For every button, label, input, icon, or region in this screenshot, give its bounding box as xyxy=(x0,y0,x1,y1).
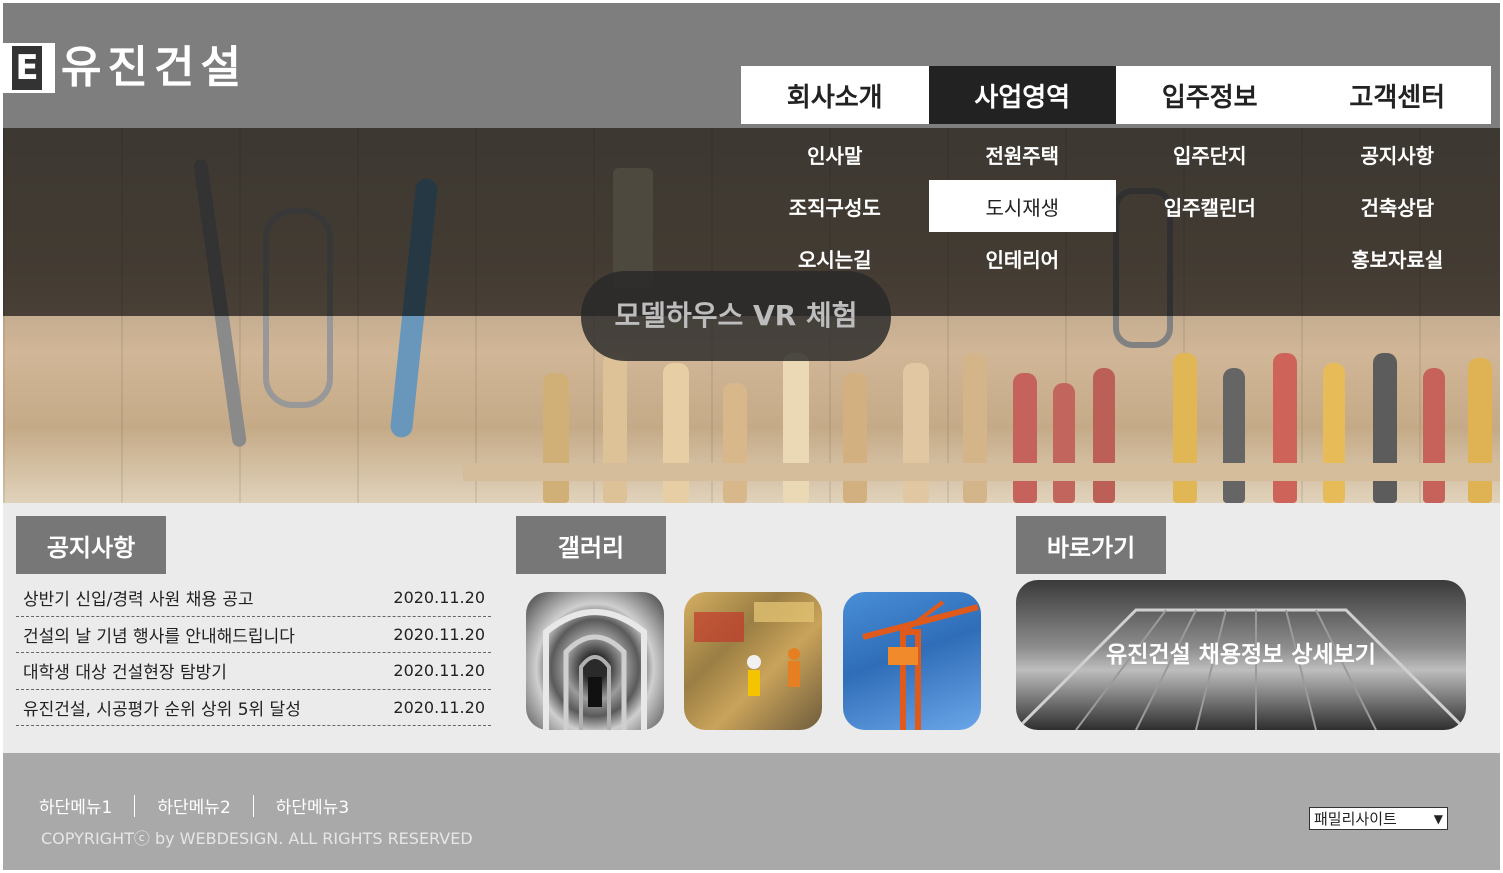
page-frame: 모델하우스 VR 체험 E 유진건설 회사소개 사업영역 입주정보 고객센터 인… xyxy=(3,3,1500,870)
gallery-thumb-workers[interactable] xyxy=(684,592,822,730)
notice-title: 유진건설, 시공평가 순위 상위 5위 달성 xyxy=(23,699,301,720)
notice-date: 2020.11.20 xyxy=(393,588,485,608)
divider xyxy=(252,794,254,817)
logo[interactable]: E 유진건설 xyxy=(3,43,247,93)
main-nav: 회사소개 사업영역 입주정보 고객센터 xyxy=(741,66,1491,124)
divider xyxy=(134,794,136,817)
submenu-item[interactable]: 홍보자료실 xyxy=(1304,232,1492,284)
submenu-column-business: 전원주택 도시재생 인테리어 xyxy=(928,128,1117,284)
submenu-item[interactable]: 인테리어 xyxy=(929,232,1117,284)
chevron-down-icon: ▼ xyxy=(1433,811,1443,826)
vr-button-label: 모델하우스 VR 체험 xyxy=(614,299,858,332)
nav-item-company[interactable]: 회사소개 xyxy=(741,66,929,124)
notice-row[interactable]: 상반기 신입/경력 사원 채용 공고 2020.11.20 xyxy=(16,580,491,617)
shortcut-section-title[interactable]: 바로가기 xyxy=(1016,516,1166,574)
logo-mark: E xyxy=(3,43,55,93)
notice-row[interactable]: 건설의 날 기념 행사를 안내해드립니다 2020.11.20 xyxy=(16,617,491,653)
logo-text: 유진건설 xyxy=(61,42,247,93)
notice-row[interactable]: 대학생 대상 건설현장 탐방기 2020.11.20 xyxy=(16,653,491,690)
footer-link-2[interactable]: 하단메뉴2 xyxy=(157,793,252,818)
submenu-item[interactable]: 입주단지 xyxy=(1116,128,1304,180)
submenu-item[interactable]: 인사말 xyxy=(741,128,929,180)
notice-date: 2020.11.20 xyxy=(393,697,485,717)
submenu-item[interactable]: 전원주택 xyxy=(929,128,1117,180)
submenu-column-residence: 입주단지 입주캘린더 xyxy=(1116,128,1304,284)
submenu-item[interactable]: 건축상담 xyxy=(1304,180,1492,232)
copyright: COPYRIGHTⓒ by WEBDESIGN. ALL RIGHTS RESE… xyxy=(41,829,473,848)
notice-date: 2020.11.20 xyxy=(393,624,485,644)
submenu-item[interactable]: 입주캘린더 xyxy=(1116,180,1304,232)
recruit-shortcut[interactable]: 유진건설 채용정보 상세보기 xyxy=(1016,580,1466,730)
gallery-section-title[interactable]: 갤러리 xyxy=(516,516,666,574)
gallery-thumb-cloister[interactable] xyxy=(526,592,664,730)
family-site-select[interactable]: 패밀리사이트 ▼ xyxy=(1309,807,1448,830)
nav-item-residence[interactable]: 입주정보 xyxy=(1116,66,1304,124)
footer-menu: 하단메뉴1 하단메뉴2 하단메뉴3 xyxy=(39,793,371,818)
submenu-item[interactable]: 오시는길 xyxy=(741,232,929,284)
notice-row[interactable]: 유진건설, 시공평가 순위 상위 5위 달성 2020.11.20 xyxy=(16,690,491,726)
notice-date: 2020.11.20 xyxy=(393,661,485,681)
crane-photo-icon xyxy=(862,600,979,730)
nav-item-business[interactable]: 사업영역 xyxy=(928,66,1116,124)
family-site-value: 패밀리사이트 xyxy=(1314,810,1397,828)
footer-link-3[interactable]: 하단메뉴3 xyxy=(276,793,371,818)
submenu-column-support: 공지사항 건축상담 홍보자료실 xyxy=(1304,128,1492,284)
submenu-item[interactable]: 조직구성도 xyxy=(741,180,929,232)
notice-section-title[interactable]: 공지사항 xyxy=(16,516,166,574)
notice-title: 상반기 신입/경력 사원 채용 공고 xyxy=(23,590,254,611)
gallery-thumb-crane[interactable] xyxy=(843,592,981,730)
site-header: E 유진건설 회사소개 사업영역 입주정보 고객센터 xyxy=(3,3,1500,128)
nav-item-support[interactable]: 고객센터 xyxy=(1303,66,1491,124)
notice-title: 건설의 날 기념 행사를 안내해드립니다 xyxy=(23,626,295,647)
submenu-column-company: 인사말 조직구성도 오시는길 xyxy=(741,128,929,284)
notice-title: 대학생 대상 건설현장 탐방기 xyxy=(23,663,227,684)
submenu-item-active[interactable]: 도시재생 xyxy=(928,180,1116,232)
cloister-photo-icon xyxy=(543,609,647,730)
submenu: 인사말 조직구성도 오시는길 전원주택 도시재생 인테리어 입주단지 입주캘린더… xyxy=(741,128,1491,284)
submenu-item[interactable]: 공지사항 xyxy=(1304,128,1492,180)
site-footer: 하단메뉴1 하단메뉴2 하단메뉴3 COPYRIGHTⓒ by WEBDESIG… xyxy=(3,753,1500,870)
recruit-shortcut-label: 유진건설 채용정보 상세보기 xyxy=(1106,642,1376,668)
construction-workers-photo-icon xyxy=(694,602,814,696)
footer-link-1[interactable]: 하단메뉴1 xyxy=(39,793,134,818)
notice-list: 상반기 신입/경력 사원 채용 공고 2020.11.20 건설의 날 기념 행… xyxy=(16,580,491,726)
